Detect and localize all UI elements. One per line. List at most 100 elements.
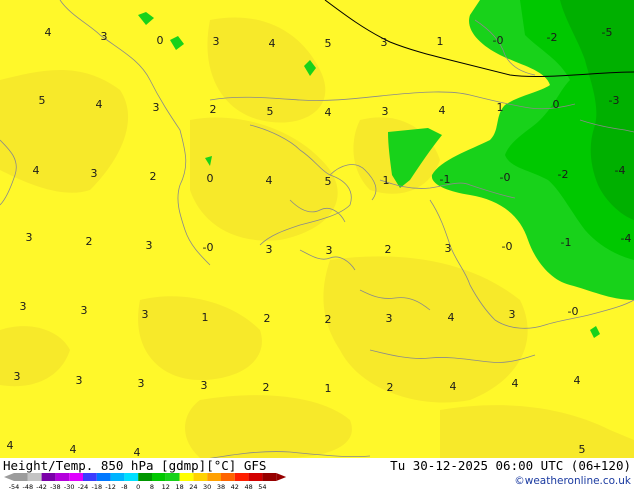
scale-swatch [110,473,125,481]
temperature-label: 3 [20,300,27,313]
temperature-label: 4 [45,26,52,39]
scale-label: 8 [150,483,154,490]
temperature-label: 3 [76,374,83,387]
scale-label: 30 [203,483,211,490]
temperature-label: 3 [509,308,516,321]
scale-label: 0 [136,483,140,490]
scale-label: -12 [105,483,116,490]
temperature-label: 4 [33,164,40,177]
temperature-label: 4 [325,106,332,119]
temperature-label: -4 [621,232,632,245]
temperature-label: 4 [266,174,273,187]
scale-label: -48 [22,483,33,490]
scale-swatch [262,473,277,481]
temperature-label: -2 [558,168,569,181]
scale-label: -38 [50,483,61,490]
temperature-label: 4 [7,439,14,452]
temperature-label: 3 [445,242,452,255]
temperature-label: 4 [512,377,519,390]
temperature-label: 5 [39,94,46,107]
footer: Height/Temp. 850 hPa [gdmp][°C] GFS Tu 3… [0,458,634,490]
temperature-label: 1 [202,311,209,324]
temperature-label: 1 [325,382,332,395]
temperature-label: 0 [553,98,560,111]
scale-swatch [221,473,235,481]
temperature-label: -0 [500,171,511,184]
temperature-label: 4 [439,104,446,117]
temperature-label: -5 [602,26,613,39]
temperature-label: -0 [493,34,504,47]
scale-swatch [165,473,180,481]
scale-swatch [234,473,249,481]
temperature-label: 1 [437,35,444,48]
temperature-label: 3 [386,312,393,325]
scale-swatch [124,473,139,481]
temperature-label: 2 [264,312,271,325]
temperature-label: 4 [70,443,77,456]
scale-label: -24 [78,483,89,490]
scale-swatch [41,473,56,481]
temperature-label: 5 [267,105,274,118]
scale-label: 38 [217,483,225,490]
scale-label: 54 [258,483,266,490]
temperature-label: 3 [153,101,160,114]
scale-label: -30 [64,483,75,490]
temperature-label: 2 [385,243,392,256]
scale-arrow-left [4,473,14,481]
scale-label: -54 [9,483,20,490]
temperature-label: 3 [326,244,333,257]
temperature-label: 4 [96,98,103,111]
temperature-label: 2 [387,381,394,394]
temperature-label: 4 [448,311,455,324]
temperature-label: 3 [146,239,153,252]
temperature-label: -3 [609,94,620,107]
temperature-label: 0 [207,172,214,185]
scale-swatch [55,473,70,481]
scale-swatch [96,473,111,481]
temperature-label: 3 [81,304,88,317]
scale-label: 18 [175,483,183,490]
temperature-label: 3 [91,167,98,180]
temperature-label: 2 [210,103,217,116]
temperature-label: 3 [201,379,208,392]
scale-swatch [138,473,152,481]
temperature-label: -0 [568,305,579,318]
temperature-label: 4 [574,374,581,387]
temperature-label: -2 [547,31,558,44]
temperature-label: -0 [203,241,214,254]
temperature-label: -0 [502,240,513,253]
scale-swatch [248,473,263,481]
scale-swatch [207,473,221,481]
temperature-label: 4 [450,380,457,393]
credit-link[interactable]: ©weatheronline.co.uk [514,475,631,487]
scale-label: -8 [121,483,127,490]
temperature-label: 5 [325,175,332,188]
scale-swatch [14,473,28,481]
map-title: Height/Temp. 850 hPa [gdmp][°C] GFS [3,458,267,473]
temperature-label: 3 [142,308,149,321]
scale-label: 24 [189,483,197,490]
scale-arrow-right [276,473,287,481]
scale-swatch [152,473,166,481]
scale-label: 42 [231,483,239,490]
scale-swatch [27,473,42,481]
temperature-label: -4 [615,164,626,177]
scale-swatch [69,473,83,481]
scale-swatch [179,473,194,481]
color-scale: -54 -48 -42 -38 -30 -24 -18 -12 -8 0 8 12 18 24 30 38 42… [4,473,287,490]
temperature-label: 2 [150,170,157,183]
temperature-label: 5 [579,443,586,456]
temperature-label: -1 [561,236,572,249]
scale-label: 48 [244,483,252,490]
temperature-label: 3 [101,30,108,43]
temperature-label: 3 [14,370,21,383]
temperature-label: 1 [497,101,504,114]
scale-label: -18 [91,483,102,490]
temperature-label: 4 [269,37,276,50]
weather-map: 4 3 0 3 4 5 3 1 -0 -2 -5 5 4 3 2 5 4 3 4 1 0 -3 4 3 2 0 4 5 1 -1 -0 -2 -… [0,0,634,458]
scale-swatch [193,473,208,481]
temperature-label: 2 [263,381,270,394]
temperature-label: 5 [325,37,332,50]
temperature-label: 3 [138,377,145,390]
temperature-label: 3 [213,35,220,48]
